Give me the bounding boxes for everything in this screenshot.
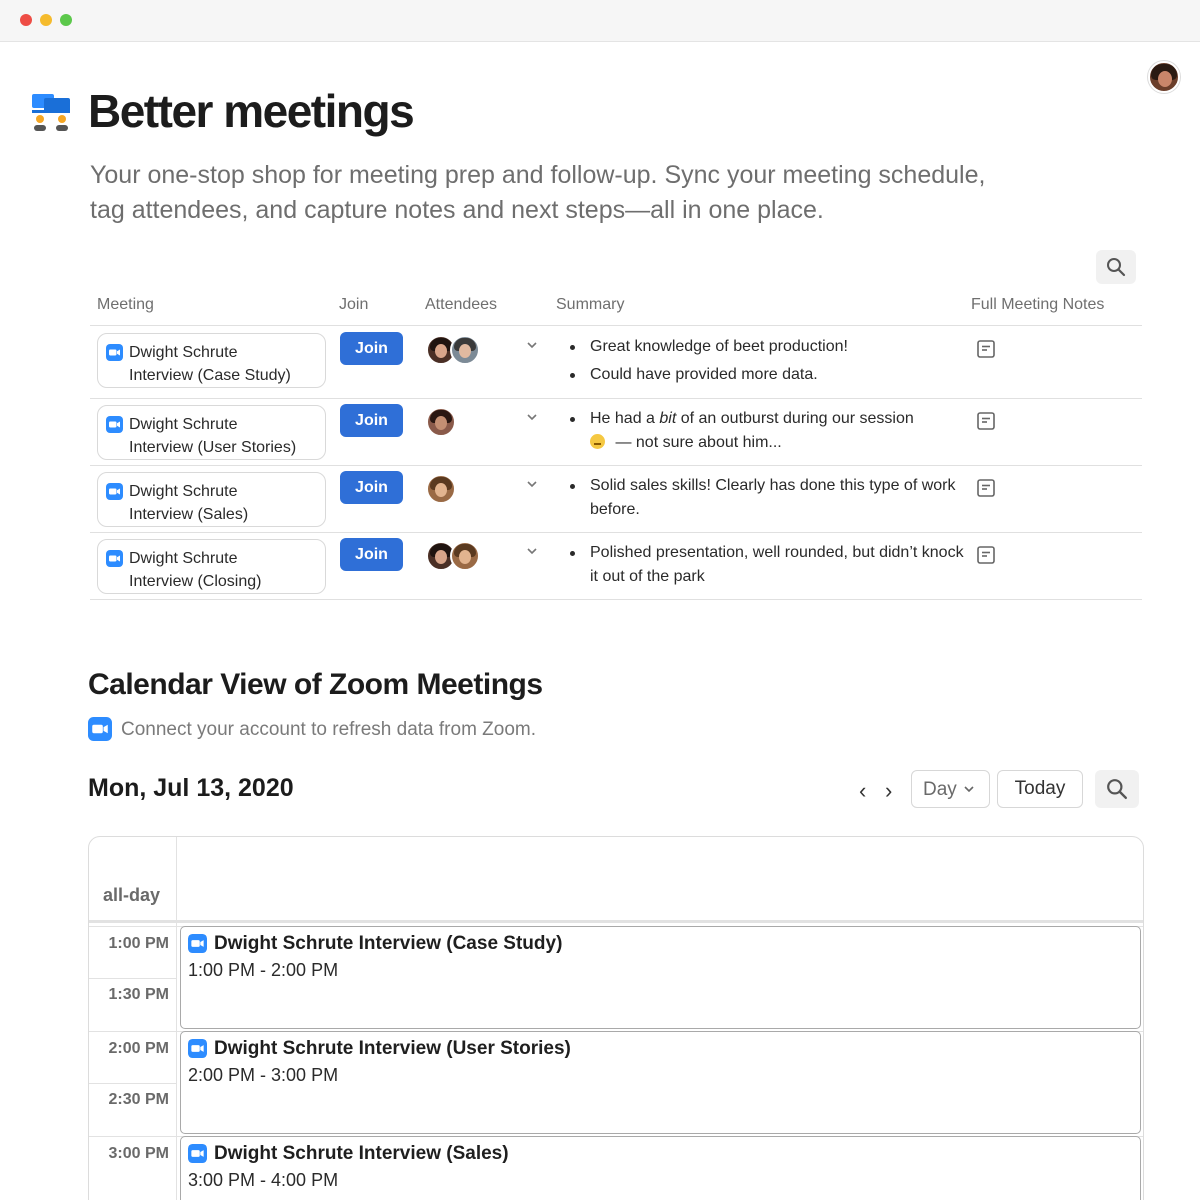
- search-icon: [1107, 258, 1126, 277]
- column-full-notes[interactable]: Full Meeting Notes: [971, 296, 1104, 314]
- calendar-section-title: Calendar View of Zoom Meetings: [88, 668, 543, 701]
- minimize-window-button[interactable]: [40, 14, 52, 26]
- notes-document-icon[interactable]: [976, 339, 996, 359]
- join-button[interactable]: Join: [340, 471, 403, 504]
- chevron-down-icon: [964, 786, 974, 793]
- view-select-value: Day: [923, 779, 957, 800]
- next-day-button[interactable]: ›: [885, 778, 892, 804]
- table-row: Dwight Schrute Interview (Closing) Join P…: [90, 533, 1142, 600]
- meeting-chip[interactable]: Dwight Schrute Interview (Case Study): [97, 333, 326, 388]
- event-title: Dwight Schrute Interview (Case Study): [214, 933, 563, 954]
- table-search-button[interactable]: [1096, 250, 1136, 284]
- summary-item: Polished presentation, well rounded, but…: [568, 541, 968, 589]
- page-subtitle: Your one-stop shop for meeting prep and …: [90, 161, 986, 224]
- time-slot-label: 1:30 PM: [108, 986, 169, 1003]
- meeting-summary: Solid sales skills! Clearly has done thi…: [568, 474, 968, 526]
- calendar-event[interactable]: Dwight Schrute Interview (Sales) 3:00 PM…: [180, 1136, 1141, 1200]
- page-title: Better meetings: [88, 85, 415, 137]
- meeting-chip[interactable]: Dwight Schrute Interview (User Stories): [97, 405, 326, 460]
- table-header: Meeting Join Attendees Summary Full Meet…: [90, 286, 1142, 326]
- meeting-name-line2: Interview (Closing): [129, 573, 262, 590]
- summary-item: Solid sales skills! Clearly has done thi…: [568, 474, 968, 522]
- meeting-name-line2: Interview (User Stories): [129, 439, 297, 456]
- notes-document-icon[interactable]: [976, 478, 996, 498]
- table-row: Dwight Schrute Interview (Sales) Join Sol…: [90, 466, 1142, 533]
- maximize-window-button[interactable]: [60, 14, 72, 26]
- join-button[interactable]: Join: [340, 332, 403, 365]
- event-title: Dwight Schrute Interview (User Stories): [214, 1038, 571, 1059]
- calendar-day-view: all-day 1:00 PM 1:30 PM 2:00 PM 2:30 PM …: [88, 836, 1144, 1200]
- calendar-date: Mon, Jul 13, 2020: [88, 774, 294, 802]
- chevron-down-icon[interactable]: [526, 547, 538, 555]
- column-join[interactable]: Join: [339, 296, 368, 314]
- join-button[interactable]: Join: [340, 404, 403, 437]
- meeting-summary: Polished presentation, well rounded, but…: [568, 541, 968, 593]
- connect-account-text[interactable]: Connect your account to refresh data fro…: [121, 719, 536, 741]
- event-time: 3:00 PM - 4:00 PM: [188, 1170, 339, 1190]
- calendar-event[interactable]: Dwight Schrute Interview (User Stories) …: [180, 1031, 1141, 1134]
- time-slot-label: 2:00 PM: [108, 1040, 169, 1057]
- zoom-video-icon: [106, 344, 123, 361]
- time-slot-label: 2:30 PM: [108, 1091, 169, 1108]
- zoom-video-icon: [106, 416, 123, 433]
- attendee-avatar[interactable]: [450, 541, 480, 571]
- window-titlebar: [0, 0, 1200, 42]
- time-slot-label: 1:00 PM: [108, 935, 169, 952]
- zoom-video-icon: [188, 1144, 207, 1163]
- attendee-avatar[interactable]: [426, 474, 456, 504]
- search-icon: [1107, 779, 1128, 800]
- attendee-avatar[interactable]: [426, 407, 456, 437]
- table-row: Dwight Schrute Interview (User Stories) J…: [90, 399, 1142, 466]
- summary-item: Great knowledge of beet production!: [568, 335, 968, 359]
- zoom-video-icon: [188, 934, 207, 953]
- meeting-name-line1: Dwight Schrute: [129, 483, 238, 500]
- column-meeting[interactable]: Meeting: [97, 296, 154, 314]
- zoom-video-icon: [188, 1039, 207, 1058]
- zoom-video-icon: [88, 717, 112, 741]
- zoom-video-icon: [106, 483, 123, 500]
- all-day-label: all-day: [103, 885, 161, 905]
- today-button[interactable]: Today: [997, 770, 1083, 808]
- summary-item: He had a bit of an outburst during our s…: [568, 407, 968, 455]
- event-title: Dwight Schrute Interview (Sales): [214, 1143, 509, 1164]
- column-summary[interactable]: Summary: [556, 296, 624, 314]
- event-time: 1:00 PM - 2:00 PM: [188, 960, 339, 980]
- meeting-chip[interactable]: Dwight Schrute Interview (Sales): [97, 472, 326, 527]
- meeting-summary: Great knowledge of beet production! Coul…: [568, 335, 968, 391]
- calendar-search-button[interactable]: [1095, 770, 1139, 808]
- meeting-name-line1: Dwight Schrute: [129, 416, 238, 433]
- chevron-down-icon[interactable]: [526, 341, 538, 349]
- close-window-button[interactable]: [20, 14, 32, 26]
- summary-item: Could have provided more data.: [568, 363, 968, 387]
- meeting-summary: He had a bit of an outburst during our s…: [568, 407, 968, 459]
- calendar-event[interactable]: Dwight Schrute Interview (Case Study) 1:…: [180, 926, 1141, 1029]
- join-button[interactable]: Join: [340, 538, 403, 571]
- notes-document-icon[interactable]: [976, 545, 996, 565]
- table-row: Dwight Schrute Interview (Case Study) Joi…: [90, 327, 1142, 399]
- meeting-name-line2: Interview (Sales): [129, 506, 249, 523]
- previous-day-button[interactable]: ‹: [859, 778, 866, 804]
- grimace-emoji-icon: [590, 434, 605, 449]
- column-attendees[interactable]: Attendees: [425, 296, 497, 314]
- chevron-down-icon[interactable]: [526, 480, 538, 488]
- meeting-name-line1: Dwight Schrute: [129, 550, 238, 567]
- user-avatar[interactable]: [1148, 61, 1180, 93]
- chevron-down-icon[interactable]: [526, 413, 538, 421]
- meeting-name-line1: Dwight Schrute: [129, 344, 238, 361]
- zoom-video-icon: [106, 550, 123, 567]
- meeting-name-line2: Interview (Case Study): [129, 367, 291, 384]
- notes-document-icon[interactable]: [976, 411, 996, 431]
- meeting-chip[interactable]: Dwight Schrute Interview (Closing): [97, 539, 326, 594]
- time-slot-label: 3:00 PM: [108, 1145, 169, 1162]
- view-select[interactable]: Day: [911, 770, 990, 808]
- attendee-avatar[interactable]: [450, 335, 480, 365]
- all-day-row[interactable]: all-day: [89, 837, 1143, 923]
- event-time: 2:00 PM - 3:00 PM: [188, 1065, 339, 1085]
- people-meeting-icon: [32, 94, 70, 131]
